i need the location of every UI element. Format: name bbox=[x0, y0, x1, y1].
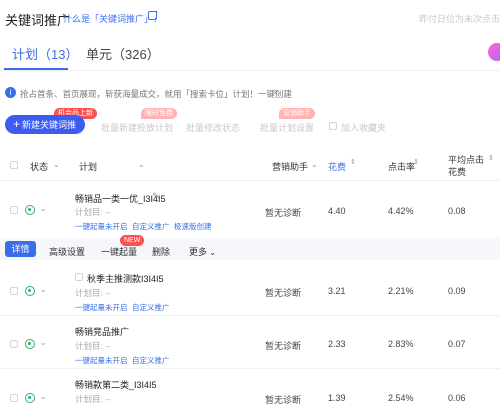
assistant-cell: 暂无诊断 bbox=[265, 341, 302, 351]
header-assistant: 营销助手 bbox=[272, 162, 309, 172]
assistant-cell: 暂无诊断 bbox=[265, 288, 302, 298]
avg-cost-cell: 0.09 bbox=[448, 286, 466, 296]
plan-link[interactable]: 一键起量未开启 bbox=[75, 355, 128, 366]
plan-budget: 计划目: -- bbox=[75, 288, 111, 298]
chevron-down-icon[interactable]: ⌄ bbox=[138, 160, 145, 169]
cost-cell: 4.40 bbox=[328, 206, 346, 216]
ctr-cell: 2.54% bbox=[388, 393, 414, 403]
plan-link[interactable]: 一键起量未开启 bbox=[75, 221, 128, 232]
tip-text: 抢占首条、首页展现，斩获海量成交，就用「搜索卡位」计划！一键创建 bbox=[20, 89, 293, 99]
info-icon: i bbox=[5, 87, 16, 98]
assistant-cell: 暂无诊断 bbox=[265, 208, 302, 218]
advanced-settings-button[interactable]: 高级设置 bbox=[49, 245, 85, 258]
chevron-down-icon[interactable]: ⌄ bbox=[53, 160, 60, 169]
avg-cost-cell: 0.06 bbox=[448, 393, 466, 403]
details-button[interactable]: 详情 bbox=[5, 241, 36, 257]
ctr-cell: 2.21% bbox=[388, 286, 414, 296]
plan-link[interactable]: 自定义推广 bbox=[132, 221, 170, 232]
avg-cost-cell: 0.08 bbox=[448, 206, 466, 216]
chevron-down-icon[interactable]: ⌄ bbox=[40, 285, 47, 294]
new-button-label: 新建关键词推广 bbox=[13, 120, 77, 149]
plan-link[interactable]: 极速版创建 bbox=[174, 221, 212, 232]
sort-icon[interactable]: ⇕ bbox=[413, 158, 419, 166]
row-checkbox[interactable] bbox=[10, 206, 18, 214]
select-all-checkbox[interactable] bbox=[10, 161, 18, 169]
assistant-cell: 暂无诊断 bbox=[265, 395, 302, 405]
tab-plans[interactable]: 计划（13） bbox=[12, 44, 78, 63]
tip-banner[interactable]: i 抢占首条、首页展现，斩获海量成交，就用「搜索卡位」计划！一键创建 › bbox=[0, 86, 500, 100]
toggle-on-icon[interactable] bbox=[25, 286, 35, 296]
plus-icon: + bbox=[13, 117, 21, 131]
plan-budget: 计划目: -- bbox=[75, 394, 111, 404]
ctr-cell: 4.42% bbox=[388, 206, 414, 216]
plan-name[interactable]: 秋季主推测款I3I4I5 bbox=[87, 272, 164, 285]
page-title: 关键词推广 bbox=[5, 13, 71, 28]
row-checkbox[interactable] bbox=[10, 287, 18, 295]
chevron-down-icon[interactable]: ⌄ bbox=[40, 392, 47, 401]
add-to-favorites-button[interactable]: 加入收藏夹 bbox=[341, 121, 386, 134]
batch-settings-button[interactable]: 批量计划设置 bbox=[260, 121, 314, 134]
avg-cost-cell: 0.07 bbox=[448, 339, 466, 349]
header-cost[interactable]: 花费 bbox=[328, 160, 346, 173]
batch-settings-badge: 营销助手 bbox=[279, 108, 315, 119]
external-link-icon[interactable] bbox=[148, 11, 157, 20]
toggle-on-icon[interactable] bbox=[25, 205, 35, 215]
chevron-right-icon: › bbox=[274, 86, 278, 97]
cost-cell: 2.33 bbox=[328, 339, 346, 349]
plan-link[interactable]: 自定义推广 bbox=[132, 302, 170, 313]
plan-checkbox[interactable] bbox=[75, 273, 83, 281]
assistant-avatar-icon[interactable] bbox=[488, 43, 500, 61]
plan-name[interactable]: 畅销竞品推广 bbox=[75, 325, 129, 338]
chevron-down-icon[interactable]: ⌄ bbox=[40, 338, 47, 347]
plan-budget: 计划目: -- bbox=[75, 207, 111, 217]
chevron-down-icon: ⌄ bbox=[207, 248, 216, 257]
batch-status-button[interactable]: 批量修改状态 bbox=[186, 121, 240, 134]
chevron-down-icon[interactable]: ⌄ bbox=[311, 160, 318, 169]
header-right-text: 昨付日位为未次点击 bbox=[418, 14, 500, 24]
tab-divider bbox=[0, 70, 500, 71]
more-label: 更多 bbox=[189, 247, 208, 257]
toggle-on-icon[interactable] bbox=[25, 339, 35, 349]
plan-link[interactable]: 自定义推广 bbox=[132, 355, 170, 366]
plan-name[interactable]: 畅销款第二类_I3I4I5 bbox=[75, 378, 157, 391]
sort-icon[interactable]: ⇕ bbox=[350, 158, 356, 166]
header-ctr[interactable]: 点击率 bbox=[388, 160, 415, 173]
delete-button[interactable]: 删除 bbox=[152, 245, 170, 258]
plan-link[interactable]: 一键起量未开启 bbox=[75, 302, 128, 313]
row-checkbox[interactable] bbox=[10, 394, 18, 402]
header-status: 状态 bbox=[30, 162, 49, 172]
favorites-checkbox[interactable] bbox=[329, 122, 337, 130]
more-button[interactable]: 更多 ⌄ bbox=[189, 245, 216, 258]
batch-create-badge: 限时免费 bbox=[141, 108, 177, 119]
cost-cell: 1.39 bbox=[328, 393, 346, 403]
sort-icon[interactable]: ⇕ bbox=[488, 154, 494, 162]
row-divider bbox=[0, 368, 500, 369]
header-divider bbox=[0, 180, 500, 181]
tab-units[interactable]: 单元（326） bbox=[86, 44, 160, 63]
boost-button[interactable]: 一键起量 bbox=[101, 245, 137, 258]
plan-budget: 计划目: -- bbox=[75, 341, 111, 351]
header-plan: 计划 bbox=[79, 162, 98, 172]
page: 关键词推广 什么是「关键词推广」？ 昨付日位为未次点击 计划（13） 单元（32… bbox=[0, 0, 500, 405]
cost-cell: 3.21 bbox=[328, 286, 346, 296]
row-checkbox[interactable] bbox=[10, 340, 18, 348]
pencil-icon[interactable]: ✎ bbox=[152, 191, 160, 202]
row-divider bbox=[0, 315, 500, 316]
toggle-on-icon[interactable] bbox=[25, 393, 35, 403]
header-avg-cost[interactable]: 平均点击花费 bbox=[448, 154, 488, 178]
batch-create-button[interactable]: 批量新建投放计划 bbox=[101, 121, 173, 134]
new-keyword-promotion-button[interactable]: + 新建关键词推广 bbox=[5, 115, 85, 149]
ctr-cell: 2.83% bbox=[388, 339, 414, 349]
chevron-down-icon[interactable]: ⌄ bbox=[40, 204, 47, 213]
